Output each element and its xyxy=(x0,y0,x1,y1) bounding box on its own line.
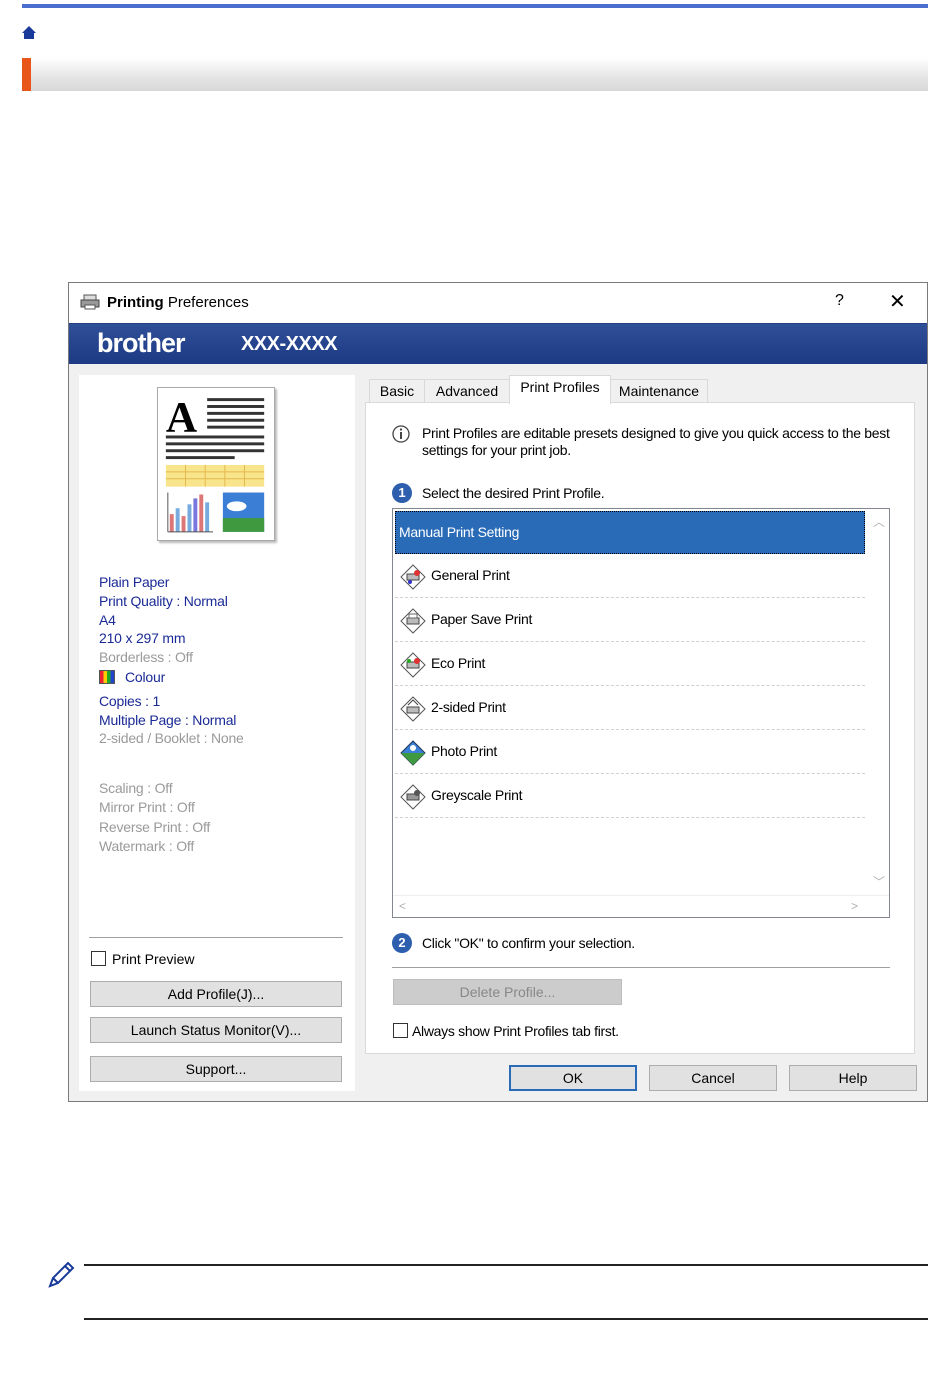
media-type: Plain Paper xyxy=(99,574,170,590)
tab-advanced[interactable]: Advanced xyxy=(424,379,510,403)
scroll-up-icon[interactable]: ︿ xyxy=(873,513,885,530)
list-item-greyscale-print[interactable]: Greyscale Print xyxy=(395,775,865,818)
mirror-print-setting: Mirror Print : Off xyxy=(99,799,195,815)
model-name: XXX-XXXX xyxy=(241,333,338,355)
scaling-setting: Scaling : Off xyxy=(99,780,173,796)
scroll-left-icon[interactable]: < xyxy=(399,899,406,913)
top-rule xyxy=(22,4,928,8)
home-icon[interactable] xyxy=(21,24,37,40)
eco-print-icon xyxy=(400,652,426,678)
tab-basic[interactable]: Basic xyxy=(369,379,425,403)
list-item-photo-print[interactable]: Photo Print xyxy=(395,731,865,774)
colour-mode: Colour xyxy=(99,669,165,685)
brand-banner: brother XXX-XXXX xyxy=(69,323,927,364)
section-header-accent xyxy=(22,58,31,91)
support-button[interactable]: Support... xyxy=(90,1056,342,1082)
note-bottom-rule xyxy=(84,1318,928,1320)
print-profiles-panel: Print Profiles are editable presets desi… xyxy=(365,402,915,1054)
help-button[interactable]: Help xyxy=(789,1065,917,1091)
reverse-print-setting: Reverse Print : Off xyxy=(99,819,211,835)
step-two-text: Click "OK" to confirm your selection. xyxy=(422,935,635,951)
help-icon[interactable]: ? xyxy=(835,292,844,310)
ok-button[interactable]: OK xyxy=(509,1065,637,1091)
left-separator xyxy=(89,937,343,938)
tab-maintenance[interactable]: Maintenance xyxy=(610,379,708,403)
paper-save-icon xyxy=(400,608,426,634)
brother-logo: brother xyxy=(97,328,185,358)
watermark-setting: Watermark : Off xyxy=(99,838,195,854)
panel-separator xyxy=(392,967,890,968)
note-top-rule xyxy=(84,1264,928,1266)
settings-summary-pane: A Plain Paper Print Quality: Normal A4 … xyxy=(79,375,355,1091)
print-profile-list[interactable]: Manual Print Setting General Print Paper… xyxy=(392,508,890,918)
add-profile-button[interactable]: Add Profile(J)... xyxy=(90,981,342,1007)
general-print-icon xyxy=(400,564,426,590)
svg-text:A: A xyxy=(166,394,197,442)
delete-profile-button[interactable]: Delete Profile... xyxy=(393,979,622,1005)
print-preview-label: Print Preview xyxy=(112,951,195,967)
paper-size: A4 xyxy=(99,612,116,628)
list-vertical-scrollbar[interactable]: ︿ ﹀ xyxy=(867,509,889,895)
list-item-paper-save-print[interactable]: Paper Save Print xyxy=(395,599,865,642)
step-two-badge: 2 xyxy=(392,933,412,953)
scroll-down-icon[interactable]: ﹀ xyxy=(873,873,885,890)
list-horizontal-scrollbar[interactable]: < > xyxy=(393,895,889,917)
multiple-page-setting: Multiple Page : Normal xyxy=(99,712,237,728)
info-icon xyxy=(392,425,410,443)
tab-print-profiles[interactable]: Print Profiles xyxy=(509,375,611,404)
cancel-button[interactable]: Cancel xyxy=(649,1065,777,1091)
list-item-manual-print-setting[interactable]: Manual Print Setting xyxy=(395,511,865,554)
window-title: Printing Preferences xyxy=(107,294,249,311)
profiles-info-text: Print Profiles are editable presets desi… xyxy=(422,425,890,458)
title-bar: Printing Preferences ? ✕ xyxy=(69,283,927,323)
step-one-text: Select the desired Print Profile. xyxy=(422,485,605,501)
list-item-two-sided-print[interactable]: 2-sided Print xyxy=(395,687,865,730)
section-header-band xyxy=(22,58,928,91)
photo-print-icon xyxy=(400,740,426,766)
pencil-note-icon xyxy=(48,1261,75,1288)
launch-status-monitor-button[interactable]: Launch Status Monitor(V)... xyxy=(90,1017,342,1043)
list-item-eco-print[interactable]: Eco Print xyxy=(395,643,865,686)
close-icon[interactable]: ✕ xyxy=(889,289,906,314)
step-one-badge: 1 xyxy=(392,483,412,503)
copies-setting: Copies : 1 xyxy=(99,693,161,709)
printer-icon xyxy=(80,294,100,310)
greyscale-icon xyxy=(400,784,426,810)
list-item-general-print[interactable]: General Print xyxy=(395,555,865,598)
borderless-setting: Borderless : Off xyxy=(99,649,193,665)
print-preview-checkbox[interactable] xyxy=(91,951,106,966)
colour-icon xyxy=(99,670,115,684)
printing-preferences-window: Printing Preferences ? ✕ brother XXX-XXX… xyxy=(68,282,928,1102)
page-preview-thumbnail: A xyxy=(157,387,275,541)
always-show-profiles-checkbox[interactable] xyxy=(393,1023,408,1038)
print-quality: Print Quality : Normal xyxy=(99,593,228,609)
two-sided-icon xyxy=(400,696,426,722)
two-sided-setting: 2-sided / Booklet : None xyxy=(99,730,244,746)
paper-dimensions: 210 x 297 mm xyxy=(99,630,186,646)
scroll-right-icon[interactable]: > xyxy=(851,899,858,913)
always-show-profiles-label: Always show Print Profiles tab first. xyxy=(412,1023,619,1039)
